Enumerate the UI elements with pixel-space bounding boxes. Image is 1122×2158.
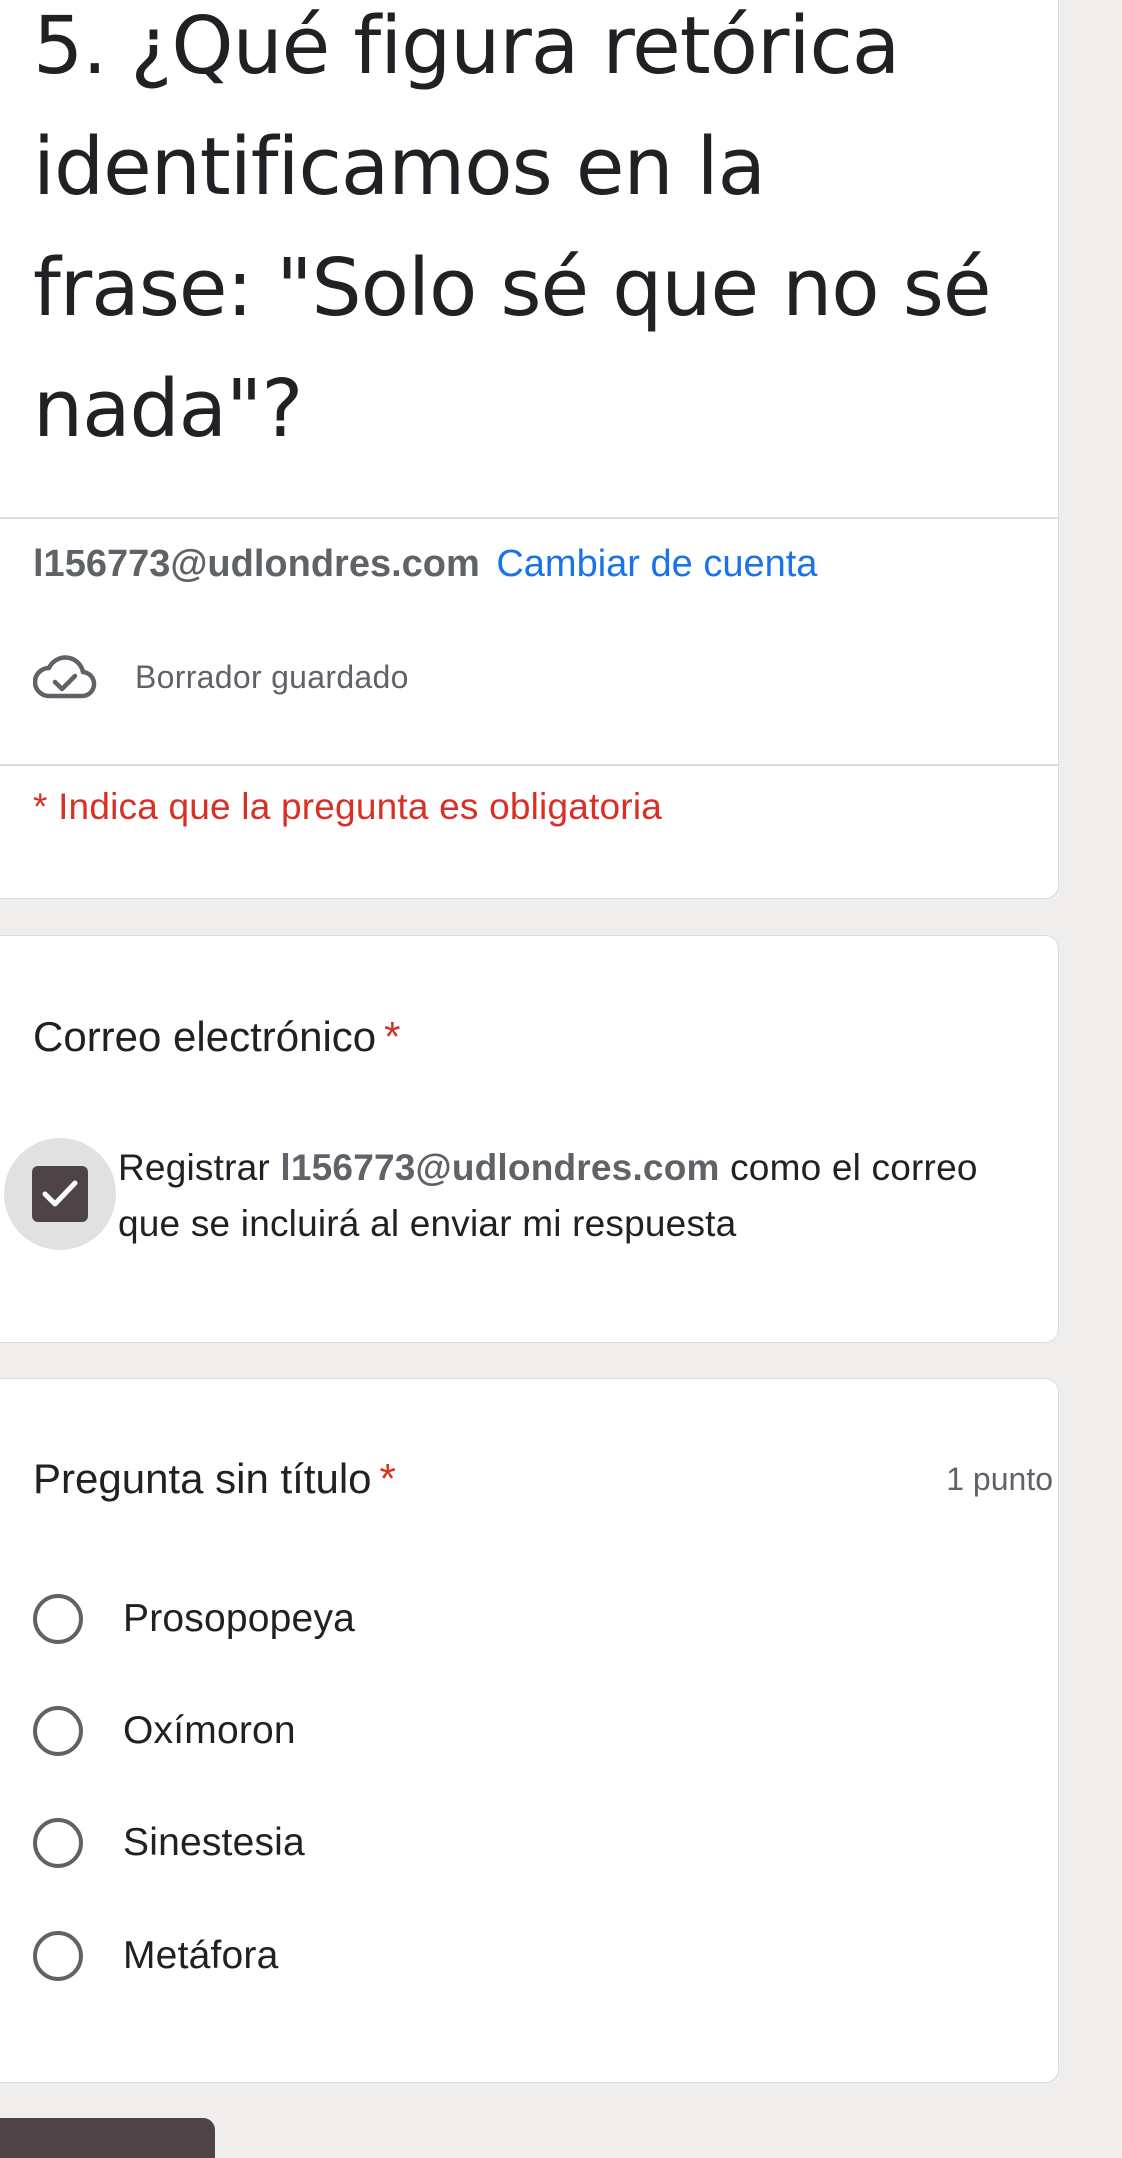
switch-account-link[interactable]: Cambiar de cuenta: [496, 543, 817, 585]
divider: [0, 764, 1058, 766]
account-row: l156773@udlondres.com Cambiar de cuenta: [33, 541, 817, 587]
email-question-title: Correo electrónico: [33, 1013, 377, 1060]
email-question-label: Correo electrónico *: [33, 1013, 401, 1061]
email-question-card: [0, 935, 1059, 1343]
question-label: Pregunta sin título *: [33, 1455, 396, 1503]
record-email-label: Registrar l156773@udlondres.com como el …: [118, 1140, 1018, 1252]
option-oximoron[interactable]: Oxímoron: [33, 1706, 296, 1756]
required-note: * Indica que la pregunta es obligatoria: [33, 786, 663, 827]
form-title: 5. ¿Qué figura retórica identificamos en…: [33, 0, 992, 455]
option-label: Sinestesia: [123, 1821, 305, 1864]
draft-status: Borrador guardado: [33, 654, 409, 700]
radio-button[interactable]: [33, 1818, 83, 1868]
question-title: Pregunta sin título: [33, 1455, 372, 1502]
record-prefix: Registrar: [118, 1147, 270, 1188]
radio-button[interactable]: [33, 1931, 83, 1981]
option-label: Prosopopeya: [123, 1597, 356, 1640]
next-button[interactable]: [0, 2118, 215, 2158]
question-points: 1 punto: [946, 1461, 1053, 1497]
form-header-card: 5. ¿Qué figura retórica identificamos en…: [0, 0, 1059, 899]
cloud-check-icon: [33, 655, 97, 699]
option-metafora[interactable]: Metáfora: [33, 1931, 279, 1981]
checkbox-box: [32, 1166, 88, 1222]
required-star: *: [384, 1013, 401, 1060]
record-email-checkbox[interactable]: [4, 1138, 116, 1250]
check-icon: [42, 1180, 78, 1207]
divider: [0, 517, 1058, 519]
option-prosopopeya[interactable]: Prosopopeya: [33, 1594, 355, 1644]
option-label: Oxímoron: [123, 1709, 296, 1752]
radio-button[interactable]: [33, 1706, 83, 1756]
option-sinestesia[interactable]: Sinestesia: [33, 1818, 305, 1868]
radio-button[interactable]: [33, 1594, 83, 1644]
account-email: l156773@udlondres.com: [33, 543, 480, 585]
draft-status-text: Borrador guardado: [135, 658, 409, 695]
required-star: *: [379, 1455, 396, 1502]
option-label: Metáfora: [123, 1934, 279, 1977]
record-email: l156773@udlondres.com: [280, 1147, 720, 1188]
